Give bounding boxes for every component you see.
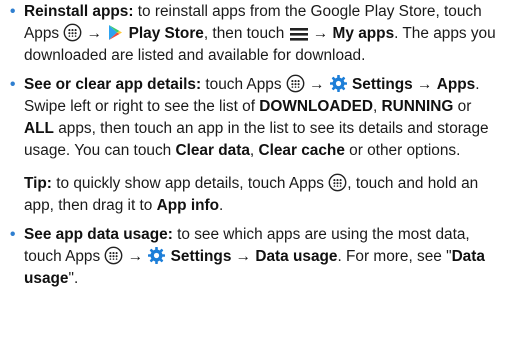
- tip-text: to quickly show app details, touch Apps: [51, 175, 329, 192]
- apps-icon: [63, 23, 82, 42]
- apps-icon: [286, 74, 305, 93]
- settings-label: Settings: [170, 248, 232, 265]
- app-info-label: App info: [156, 197, 220, 214]
- tip-text: .: [219, 197, 224, 214]
- help-page: • Reinstall apps: to reinstall apps from…: [0, 1, 507, 361]
- list-item-data-usage: • See app data usage: to see which apps …: [10, 224, 499, 290]
- item-text: ".: [68, 270, 79, 287]
- downloaded-label: DOWNLOADED: [259, 98, 373, 115]
- item-title: Reinstall apps:: [24, 3, 134, 20]
- data-usage-label: Data usage: [255, 248, 338, 265]
- item-text: or: [453, 98, 472, 115]
- settings-gear-icon: [329, 74, 348, 93]
- item-text: or other options.: [344, 142, 461, 159]
- arrow-separator: →: [412, 76, 437, 93]
- item-text: touch Apps: [201, 76, 286, 93]
- settings-gear-icon: [147, 246, 166, 265]
- tip-label: Tip:: [24, 175, 52, 192]
- arrow-separator: →: [304, 76, 329, 93]
- bullet-dot: •: [10, 3, 16, 20]
- menu-icon: [289, 26, 309, 42]
- arrow-separator: →: [308, 25, 333, 42]
- bullet-dot: •: [10, 76, 16, 93]
- my-apps-label: My apps: [332, 25, 395, 42]
- play-store-icon: [106, 23, 124, 42]
- running-label: RUNNING: [381, 98, 454, 115]
- arrow-separator: →: [123, 248, 148, 265]
- clear-cache-label: Clear cache: [258, 142, 345, 159]
- item-title: See app data usage:: [24, 226, 173, 243]
- bullet-dot: •: [10, 226, 16, 243]
- apps-icon: [104, 246, 123, 265]
- item-title: See or clear app details:: [24, 76, 202, 93]
- arrow-separator: →: [82, 25, 107, 42]
- all-label: ALL: [24, 120, 54, 137]
- play-store-label: Play Store: [128, 25, 204, 42]
- list-item-app-details: • See or clear app details: touch Apps →…: [10, 74, 499, 162]
- apps-icon: [328, 173, 347, 192]
- list-item-reinstall-apps: • Reinstall apps: to reinstall apps from…: [10, 1, 499, 67]
- item-text: , then touch: [203, 25, 289, 42]
- item-text: ,: [372, 98, 382, 115]
- settings-label: Settings: [352, 76, 413, 93]
- item-text: . For more, see ": [337, 248, 452, 265]
- arrow-separator: →: [231, 248, 256, 265]
- clear-data-label: Clear data: [175, 142, 250, 159]
- apps-label: Apps: [436, 76, 476, 93]
- tip-paragraph: Tip: to quickly show app details, touch …: [10, 173, 499, 217]
